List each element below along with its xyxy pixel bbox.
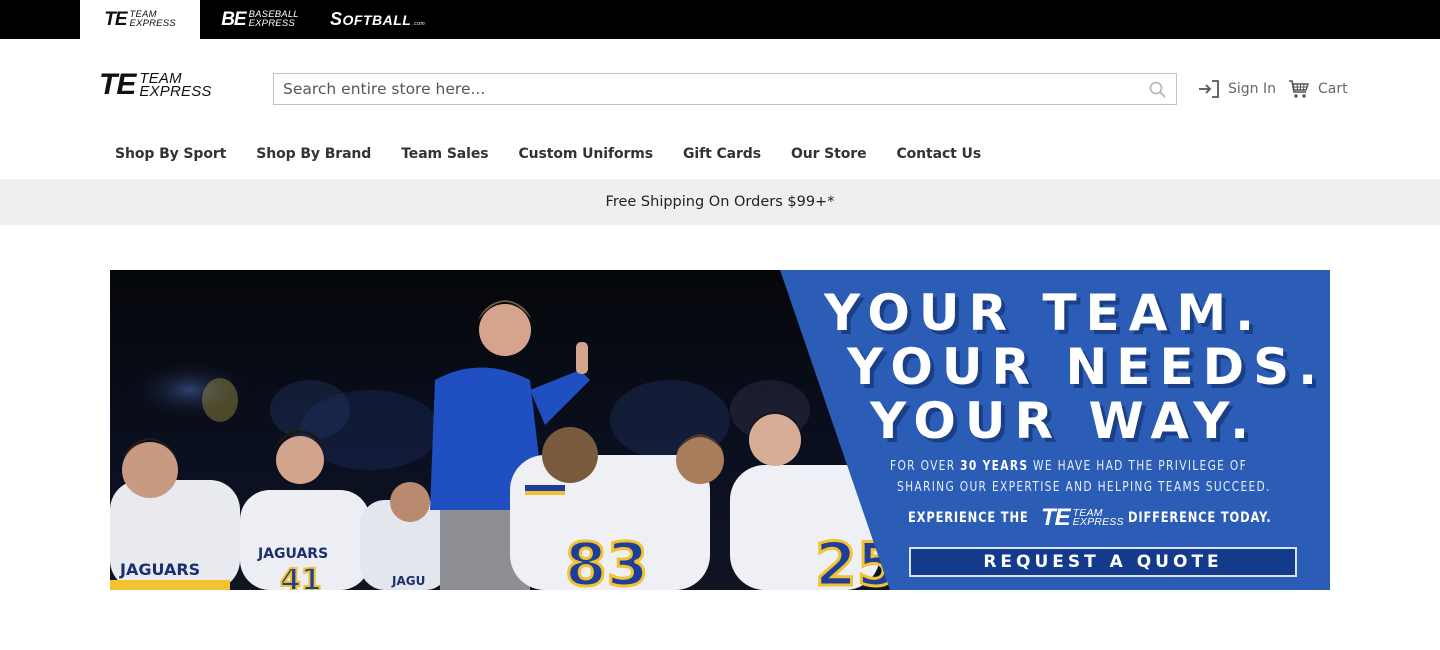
svg-text:41: 41: [280, 563, 322, 590]
svg-text:JAGUARS: JAGUARS: [119, 560, 200, 579]
baseball-express-logo: BE BASEBALL EXPRESS: [221, 8, 299, 30]
site-logo[interactable]: TE TEAM EXPRESS: [99, 70, 212, 100]
cart-icon: [1288, 79, 1310, 99]
sign-in-link[interactable]: Sign In: [1198, 79, 1276, 99]
search-icon[interactable]: [1142, 74, 1172, 104]
hero-subtext-line-1: FOR OVER 30 YEARS WE HAVE HAD THE PRIVIL…: [890, 459, 1248, 474]
free-shipping-text: Free Shipping On Orders $99+*: [605, 194, 835, 210]
brand-tab-baseball-express[interactable]: BE BASEBALL EXPRESS: [205, 0, 315, 39]
nav-team-sales[interactable]: Team Sales: [386, 146, 503, 162]
brand-tab-softball[interactable]: S OFTBALL .com: [325, 0, 435, 39]
brand-strip: TE TEAM EXPRESS BE BASEBALL EXPRESS S OF…: [0, 0, 1440, 39]
team-express-logo: TE TEAM EXPRESS: [104, 8, 176, 30]
nav-gift-cards[interactable]: Gift Cards: [668, 146, 776, 162]
svg-text:83: 83: [565, 530, 649, 590]
cart-link[interactable]: Cart: [1288, 79, 1348, 99]
svg-text:JAGU: JAGU: [391, 574, 425, 588]
search-input[interactable]: [274, 74, 1142, 104]
main-nav: Shop By Sport Shop By Brand Team Sales C…: [100, 140, 996, 168]
hero-headline-line-2: YOUR NEEDS.: [847, 338, 1327, 396]
promo-bar: Free Shipping On Orders $99+*: [0, 179, 1440, 225]
nav-custom-uniforms[interactable]: Custom Uniforms: [503, 146, 668, 162]
nav-shop-by-sport[interactable]: Shop By Sport: [100, 146, 241, 162]
hero-subtext-line-2: SHARING OUR EXPERTISE AND HELPING TEAMS …: [897, 480, 1271, 495]
nav-contact-us[interactable]: Contact Us: [881, 146, 996, 162]
hero-banner[interactable]: JAGUARS JAGUARS 41 JAGU 83 25 YOUR TEAM.…: [110, 270, 1330, 590]
nav-shop-by-brand[interactable]: Shop By Brand: [241, 146, 386, 162]
search-bar: [273, 73, 1177, 105]
request-a-quote-button[interactable]: REQUEST A QUOTE: [909, 547, 1297, 577]
hero-headline-line-1: YOUR TEAM.: [824, 284, 1264, 342]
softball-logo: S OFTBALL .com: [330, 9, 426, 29]
header-links: Sign In Cart: [1198, 76, 1348, 102]
nav-our-store[interactable]: Our Store: [776, 146, 882, 162]
team-express-logo-inline: TE TEAM EXPRESS: [1041, 504, 1124, 531]
svg-text:JAGUARS: JAGUARS: [257, 546, 328, 562]
hero-experience-line: EXPERIENCE THE TE TEAM EXPRESS DIFFERENC…: [908, 504, 1272, 531]
sign-in-icon: [1198, 79, 1220, 99]
brand-tab-team-express[interactable]: TE TEAM EXPRESS: [80, 0, 200, 39]
hero-headline-line-3: YOUR WAY.: [870, 392, 1259, 450]
